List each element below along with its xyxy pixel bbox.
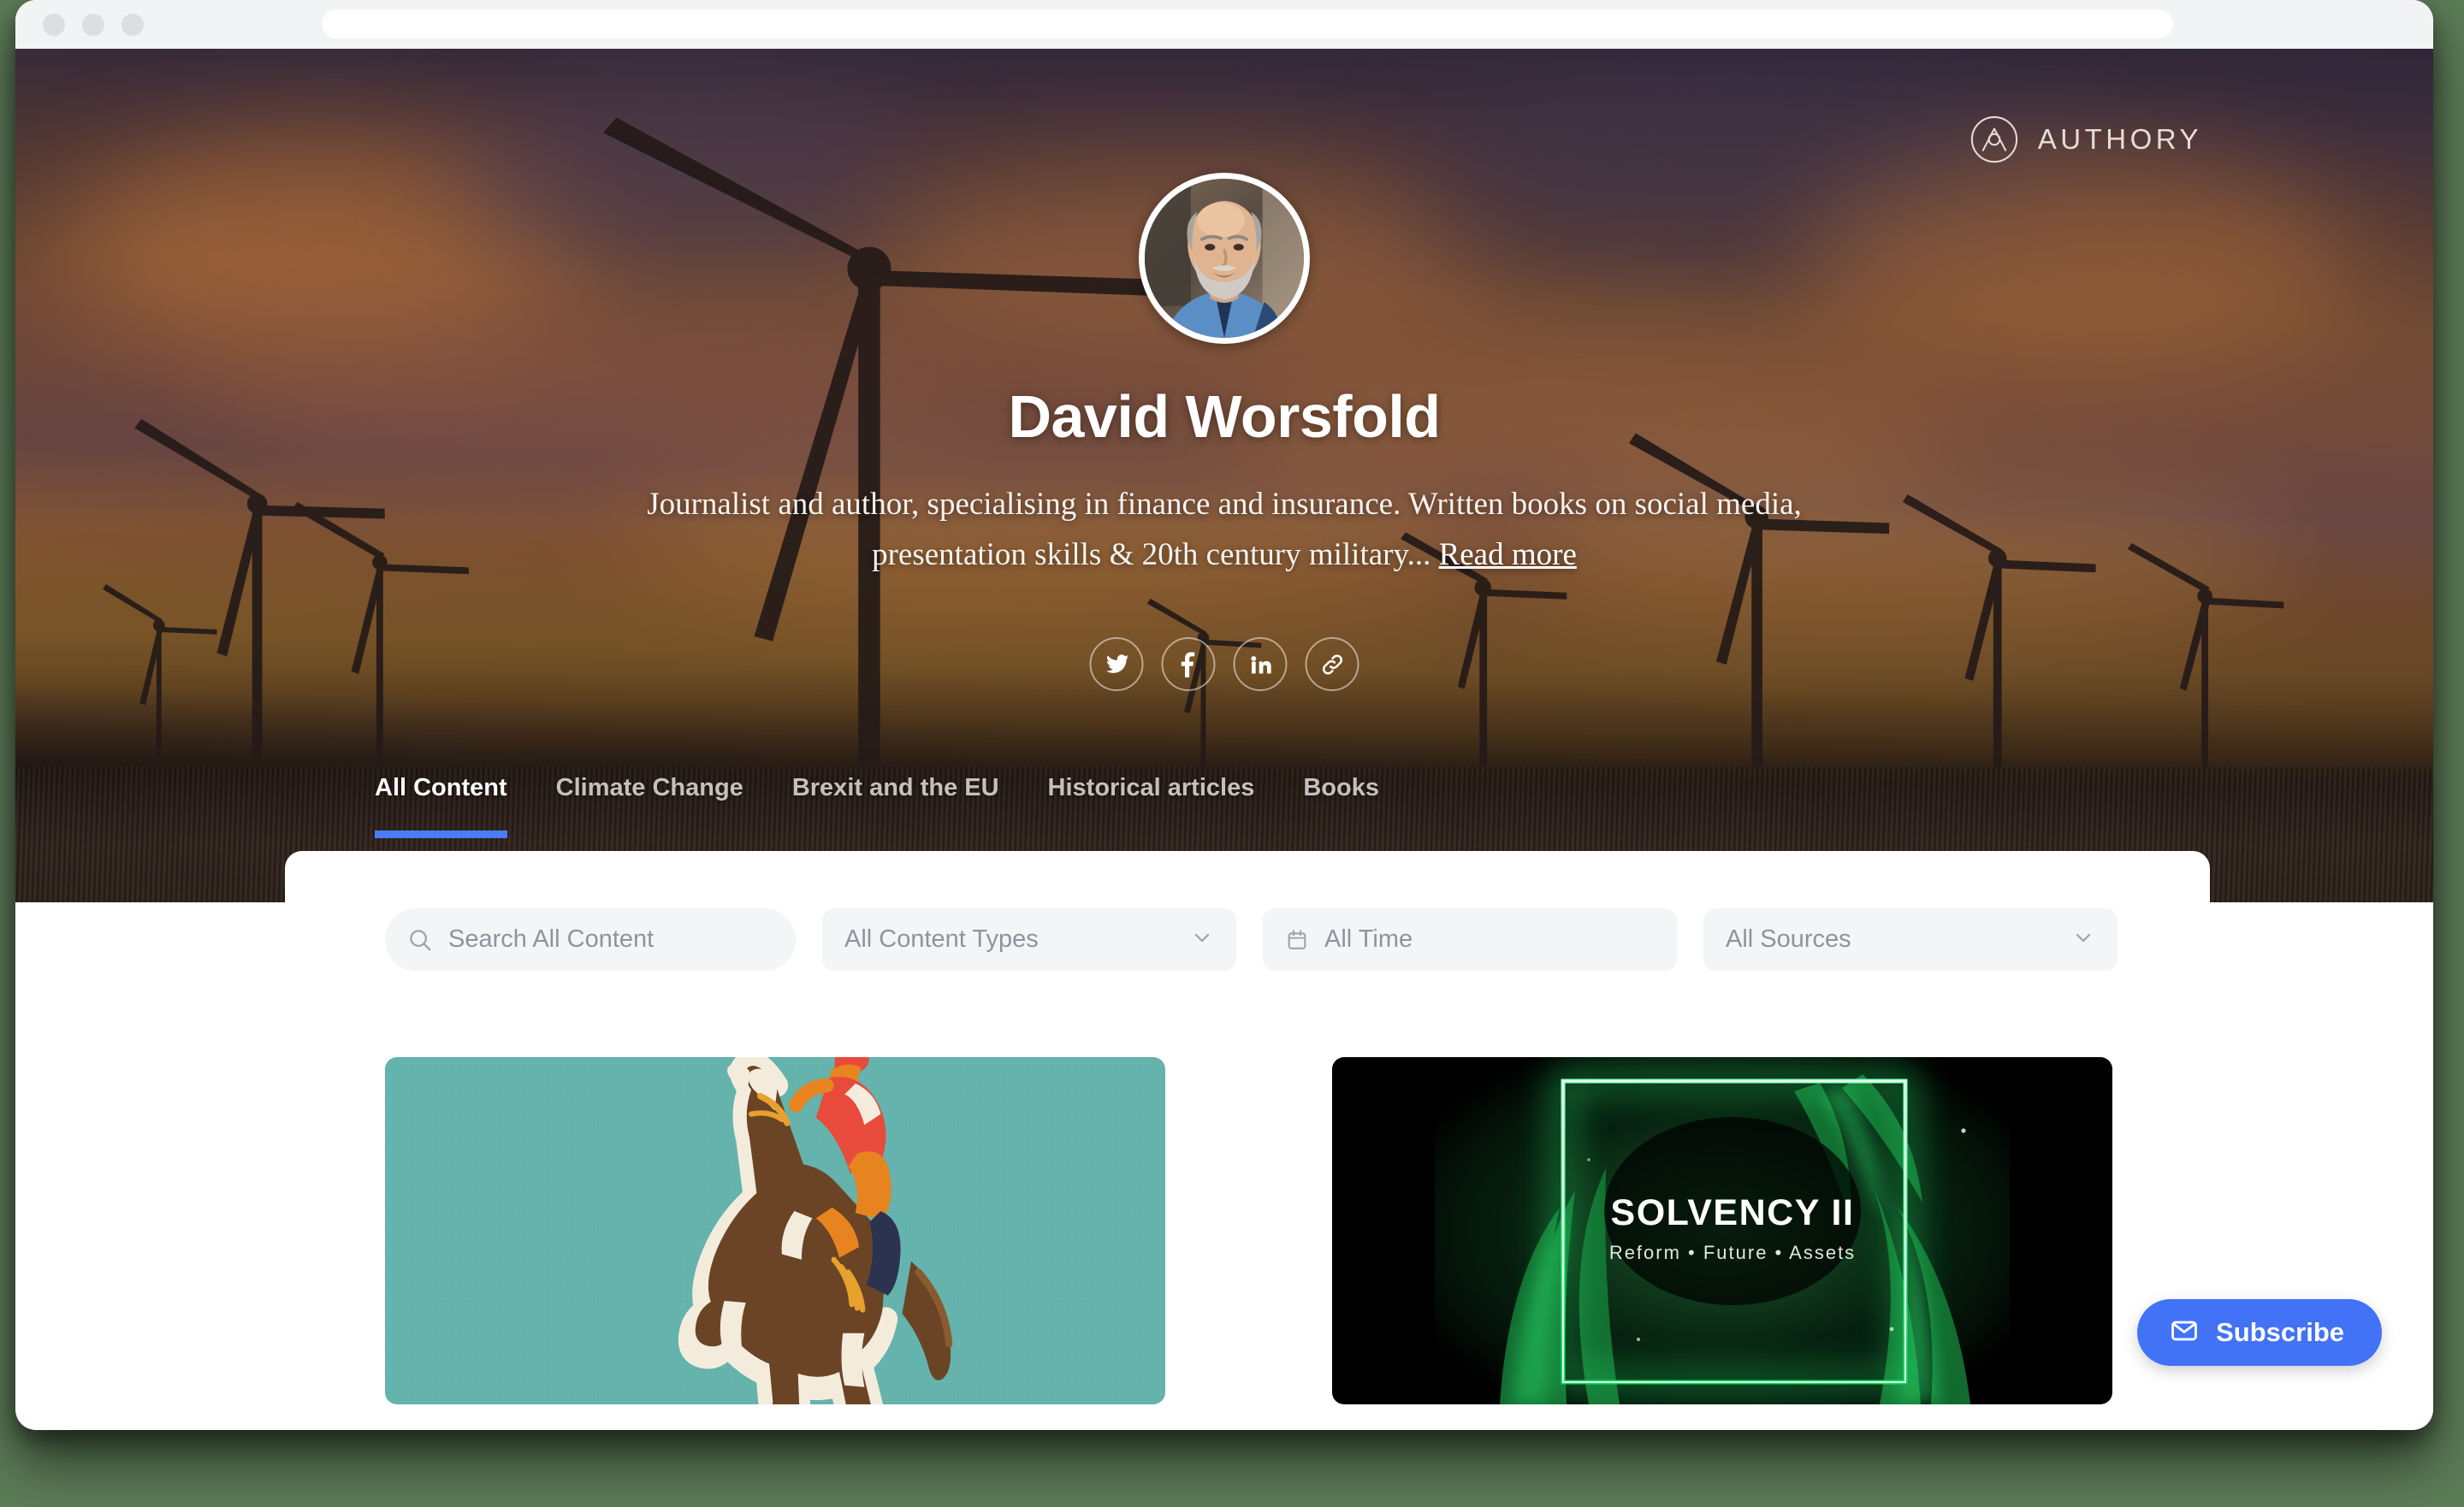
calendar-icon	[1285, 928, 1309, 952]
content-card-horse-jockey[interactable]	[385, 1057, 1165, 1404]
card-subtitle: Reform • Future • Assets	[1609, 1242, 1856, 1263]
chevron-down-icon	[2071, 925, 2095, 954]
content-card-grid: SOLVENCY II Reform • Future • Assets	[385, 1057, 2112, 1404]
social-link-facebook[interactable]	[1161, 637, 1216, 691]
linkedin-icon	[1250, 655, 1271, 673]
card-title: SOLVENCY II	[1611, 1192, 1855, 1233]
tab-climate-change[interactable]: Climate Change	[556, 774, 743, 838]
time-range-dropdown[interactable]: All Time	[1263, 908, 1677, 971]
content-type-dropdown[interactable]: All Content Types	[822, 908, 1236, 971]
social-links	[1089, 637, 1359, 691]
tab-all-content[interactable]: All Content	[375, 774, 507, 838]
browser-titlebar	[15, 0, 2433, 49]
search-input[interactable]: Search All Content	[385, 908, 796, 971]
minimize-window-button[interactable]	[82, 13, 104, 36]
authory-logo[interactable]: AUTHORY	[1969, 115, 2202, 164]
social-link-linkedin[interactable]	[1233, 637, 1288, 691]
maximize-window-button[interactable]	[121, 13, 144, 36]
social-link-twitter[interactable]	[1089, 637, 1144, 691]
window-traffic-lights	[43, 13, 144, 36]
content-category-tabs: All Content Climate Change Brexit and th…	[375, 774, 1428, 838]
chevron-down-icon	[1190, 925, 1214, 954]
social-link-website[interactable]	[1305, 637, 1359, 691]
content-card-solvency-ii[interactable]: SOLVENCY II Reform • Future • Assets	[1332, 1057, 2112, 1404]
tab-label: Brexit and the EU	[791, 774, 999, 801]
browser-window: AUTHORY David Worsfold Journalist and au…	[15, 0, 2433, 1430]
authory-circle-a-icon	[1970, 115, 2017, 163]
link-icon	[1322, 653, 1342, 675]
close-window-button[interactable]	[43, 13, 65, 36]
authory-wordmark: AUTHORY	[2037, 123, 2202, 155]
search-icon	[407, 927, 433, 953]
profile-avatar[interactable]	[1139, 173, 1310, 344]
tab-label: Climate Change	[555, 774, 743, 801]
tab-label: Historical articles	[1047, 774, 1255, 801]
read-more-link[interactable]: Read more	[1439, 537, 1577, 572]
page-title: David Worsfold	[1008, 383, 1441, 450]
avatar-photo	[1145, 179, 1304, 338]
content-type-value: All Content Types	[844, 925, 1039, 953]
profile-bio-text: Journalist and author, specialising in f…	[647, 487, 1802, 573]
address-bar[interactable]	[322, 9, 2173, 38]
twitter-icon	[1105, 653, 1128, 673]
envelope-icon	[2170, 1316, 2199, 1350]
tab-historical-articles[interactable]: Historical articles	[1048, 774, 1255, 838]
subscribe-label: Subscribe	[2216, 1317, 2344, 1347]
sources-dropdown[interactable]: All Sources	[1703, 908, 2118, 971]
facebook-icon	[1181, 652, 1194, 677]
search-placeholder: Search All Content	[448, 925, 654, 953]
time-range-value: All Time	[1324, 925, 1413, 953]
tab-label: Books	[1303, 774, 1379, 801]
card-image-horse-jockey	[385, 1057, 1165, 1404]
tab-label: All Content	[375, 774, 507, 801]
card-image-solvency-ii: SOLVENCY II Reform • Future • Assets	[1332, 1057, 2112, 1404]
profile-bio: Journalist and author, specialising in f…	[583, 479, 1866, 580]
content-filters: Search All Content All Content Types All…	[385, 908, 2118, 971]
tab-books[interactable]: Books	[1303, 774, 1379, 838]
sources-value: All Sources	[1726, 925, 1851, 953]
subscribe-button[interactable]: Subscribe	[2137, 1299, 2382, 1366]
tab-brexit-and-the-eu[interactable]: Brexit and the EU	[792, 774, 999, 838]
